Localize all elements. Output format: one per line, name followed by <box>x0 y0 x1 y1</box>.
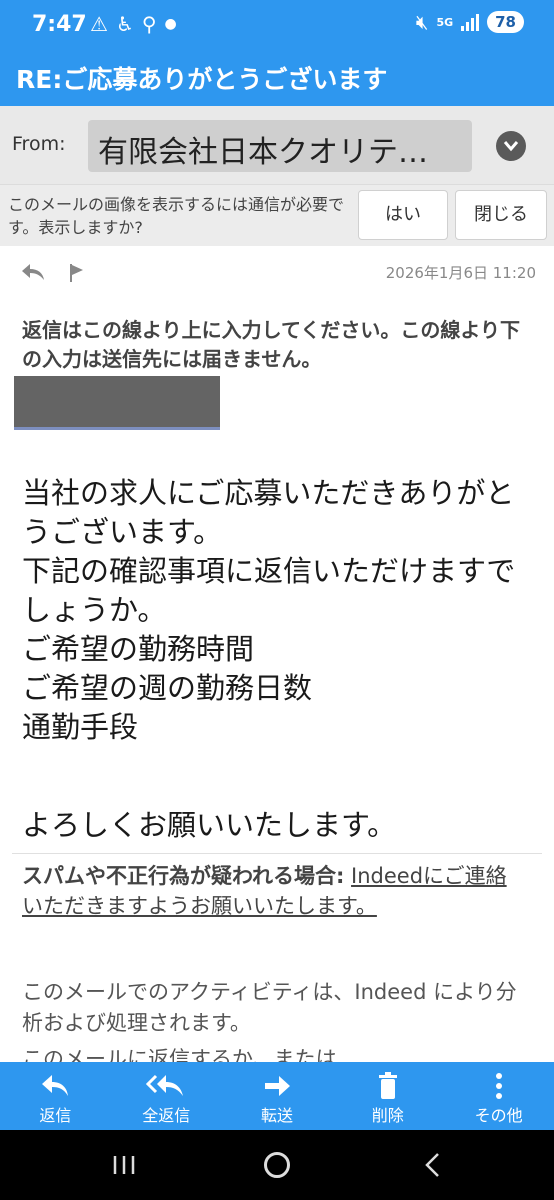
activity-notice: このメールでのアクティビティは、Indeed により分析および処理されます。 <box>22 980 517 1035</box>
image-notice-text: このメールの画像を表示するには通信が必要です。表示しますか? <box>8 195 345 237</box>
more-label: その他 <box>474 1106 523 1125</box>
body-line: 下記の確認事項に返信いただけますでしょうか。 <box>22 554 516 627</box>
show-images-yes-button[interactable]: はい <box>358 190 448 240</box>
body-line: ご希望の週の勤務日数 <box>22 671 313 705</box>
title-bar: RE:ご応募ありがとうございます <box>0 50 554 106</box>
warning-icon: ⚠ <box>90 12 108 36</box>
body-line: 当社の求人にご応募いただきありがとうございます。 <box>22 476 515 549</box>
home-icon[interactable] <box>264 1152 290 1178</box>
expand-sender-button[interactable] <box>496 131 526 161</box>
reply-label: 返信 <box>39 1106 72 1125</box>
bottom-toolbar: 返信 全返信 転送 削除 その他 <box>0 1062 554 1130</box>
reply-button[interactable]: 返信 <box>0 1062 111 1130</box>
replied-icon <box>22 264 44 280</box>
status-time: 7:47 <box>32 12 87 37</box>
trash-icon <box>378 1072 397 1099</box>
location-icon: ⚲ <box>141 12 157 36</box>
signal-icon <box>461 13 480 31</box>
message-body: 当社の求人にご応募いただきありがとうございます。 下記の確認事項に返信いただけま… <box>22 474 532 747</box>
from-row: From: 有限会社日本クオリテ… <box>0 106 554 184</box>
closing-line: よろしくお願いいたします。 <box>22 808 397 842</box>
dot-icon: ● <box>164 16 177 32</box>
delete-button[interactable]: 削除 <box>332 1062 443 1130</box>
forward-label: 転送 <box>260 1106 293 1125</box>
reply-line-note: 返信はこの線より上に入力してください。この線より下の入力は送信先には届きません。 <box>22 318 520 371</box>
reply-all-button[interactable]: 全返信 <box>111 1062 222 1130</box>
dismiss-prompt-button[interactable]: 閉じる <box>455 190 547 240</box>
cutoff-text: このメールに返信するか、または <box>22 1047 337 1062</box>
status-notification-icons: ⚠ ♿ ⚲ ● <box>90 12 177 36</box>
system-nav-bar <box>0 1130 554 1200</box>
flag-icon[interactable] <box>68 262 86 284</box>
body-line: ご希望の勤務時間 <box>22 632 255 666</box>
reply-all-icon <box>146 1074 184 1096</box>
sender-name[interactable]: 有限会社日本クオリテ… <box>88 120 472 172</box>
spam-notice: スパムや不正行為が疑われる場合: Indeedにご連絡いただきますようお願いいた… <box>22 861 527 921</box>
reply-icon <box>42 1075 69 1096</box>
spam-notice-heading: スパムや不正行為が疑われる場合: <box>22 864 345 888</box>
email-subject: RE:ご応募ありがとうございます <box>16 65 388 94</box>
from-label: From: <box>12 133 66 155</box>
accessibility-icon: ♿ <box>115 12 134 36</box>
delete-label: 削除 <box>371 1106 404 1125</box>
chevron-down-icon <box>503 141 519 152</box>
image-load-prompt: このメールの画像を表示するには通信が必要です。表示しますか? はい 閉じる <box>0 184 554 246</box>
recents-icon[interactable] <box>112 1154 136 1176</box>
divider <box>12 853 542 854</box>
back-icon[interactable] <box>424 1152 442 1178</box>
more-button[interactable]: その他 <box>443 1062 554 1130</box>
message-status-icons <box>20 262 86 284</box>
network-type: 5G <box>436 15 454 29</box>
forward-icon <box>264 1076 290 1096</box>
battery-level: 78 <box>487 11 524 33</box>
more-vertical-icon <box>495 1073 502 1099</box>
reply-all-label: 全返信 <box>142 1106 191 1125</box>
message-date: 2026年1月6日 11:20 <box>385 264 536 282</box>
mute-icon: 🔇︎ <box>415 10 429 34</box>
redacted-block <box>14 376 220 430</box>
body-line: 通勤手段 <box>22 710 139 744</box>
forward-button[interactable]: 転送 <box>222 1062 333 1130</box>
status-bar: 7:47 ⚠ ♿ ⚲ ● 🔇︎ 5G 78 <box>0 0 554 50</box>
